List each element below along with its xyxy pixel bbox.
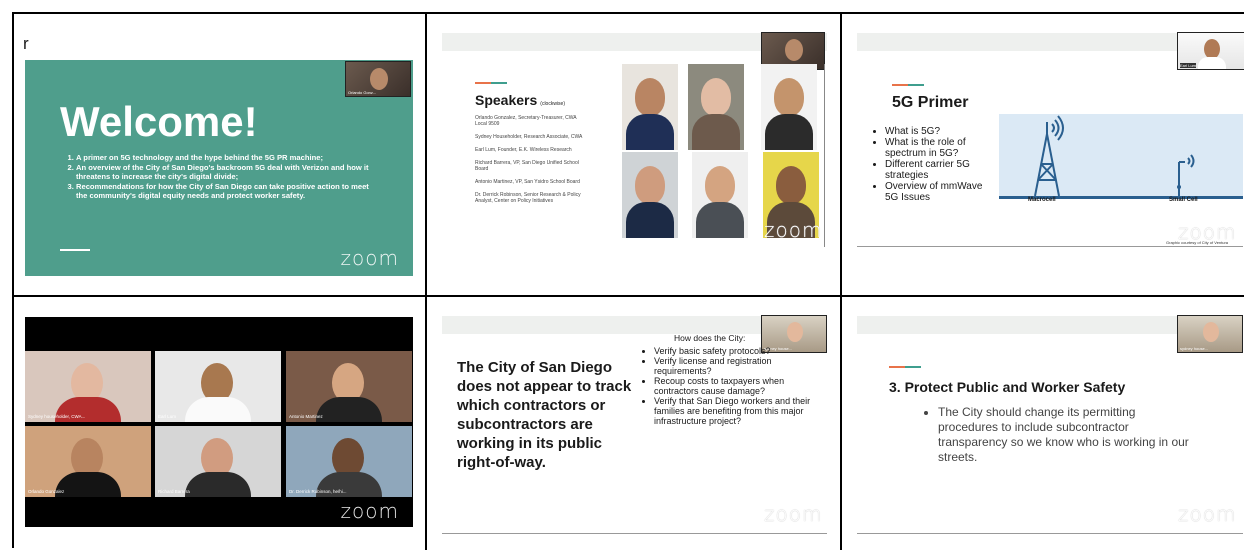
thumbnail-name: Earl Lum [1180,63,1197,68]
speaker-photo [692,152,748,238]
participant-name: Sydney householder, CWA... [28,414,86,419]
macrocell-label: Macrocell [1028,197,1056,203]
safety-item: The City should change its permitting pr… [938,405,1194,465]
cell-worker-safety: sydney house... 3. Protect Public and Wo… [842,297,1244,550]
speaker-entry: Antonio Martinez, VP, San Ysidro School … [475,179,580,185]
graphic-credit: Graphic courtesy of City of Ventura [1166,240,1229,245]
topic-item: Different carrier 5G strategies [885,159,995,181]
verification-questions: Verify basic safety protocols? Verify li… [643,346,811,426]
thumbnail-name: Orlando Gonz... [348,90,377,95]
accent-line [892,84,924,86]
cell-contractor-tracking: sydney house... How does the City: The C… [427,297,842,550]
primer-topics: What is 5G? What is the role of spectrum… [875,126,995,203]
speaker-entry: Earl Lum, Founder, E.K. Wireless Researc… [475,147,572,153]
zoom-watermark: zoom [1178,502,1237,526]
cell-5g-primer: Earl Lum 5G Primer What is 5G? What is t… [842,14,1244,297]
speaker-entry: Sydney Householder, Research Associate, … [475,134,583,140]
participant-tile[interactable]: Orlando Gonzalez [25,426,151,497]
participant-name: Dr. Derrick Robinson, he/hi... [289,489,347,494]
cell-welcome: r Orlando Gonz... Welcome! A primer on 5… [14,14,427,297]
tracking-statement: The City of San Diego does not appear to… [457,359,632,471]
zoom-watermark: zoom [340,499,399,523]
gallery-view: Sydney householder, CWA... Earl Lum Anto… [25,317,413,527]
question-item: Verify license and registration requirem… [654,356,811,376]
speaker-photo [622,152,678,238]
thumbnail-name: sydney house... [1180,346,1209,351]
cell-speakers: Orlando Gonz... Speakers(clockwise) Orla… [427,14,842,297]
screenshot-grid: r Orlando Gonz... Welcome! A primer on 5… [12,12,1244,550]
topic-item: What is the role of spectrum in 5G? [885,137,995,159]
welcome-slide: Orlando Gonz... Welcome! A primer on 5G … [25,60,413,276]
speaker-entry: Dr. Derrick Robinson, Senior Research & … [475,192,581,204]
question-item: Verify that San Diego workers and their … [654,396,811,426]
topic-item: Overview of mmWave 5G Issues [885,181,995,203]
agenda-list: A primer on 5G technology and the hype b… [62,153,377,201]
participant-tile[interactable]: Dr. Derrick Robinson, he/hi... [286,426,412,497]
agenda-item: A primer on 5G technology and the hype b… [76,153,377,162]
participant-tile[interactable]: Earl Lum [155,351,281,422]
zoom-watermark: zoom [764,218,823,242]
primer-title: 5G Primer [892,94,969,111]
how-title: How does the City: [674,333,746,343]
zoom-watermark: zoom [340,246,399,270]
speaker-entry: Richard Barrera, VP, San Diego Unified S… [475,160,579,172]
participant-tile[interactable]: Antonio Martinez [286,351,412,422]
tower-illustration [999,114,1243,199]
accent-line [889,366,921,368]
stray-character: r [23,34,29,53]
speakers-subtitle: (clockwise) [540,101,566,107]
video-thumbnail[interactable]: Earl Lum [1177,32,1244,70]
accent-line [475,82,507,84]
speakers-title: Speakers (clockwise) [475,92,565,108]
slide-bottom-edge [442,533,827,534]
slide-edge [824,64,825,247]
agenda-item: An overview of the City of San Diego's b… [76,163,377,181]
speaker-entry: Orlando Gonzalez, Secretary-Treasurer, C… [475,115,577,127]
question-item: Recoup costs to taxpayers when contracto… [654,376,811,396]
topic-item: What is 5G? [885,126,995,137]
speaker-photo [688,64,744,150]
video-thumbnail[interactable]: sydney house... [1177,315,1243,353]
accent-line [60,249,90,251]
video-thumbnail[interactable]: Orlando Gonz... [345,61,411,97]
participant-name: Richard Barrera [158,489,190,494]
safety-title: 3. Protect Public and Worker Safety [889,379,1126,395]
participant-name: Antonio Martinez [289,414,323,419]
participant-tile[interactable]: Sydney householder, CWA... [25,351,151,422]
question-item: Verify basic safety protocols? [654,346,811,356]
zoom-watermark: zoom [764,502,823,526]
safety-points: The City should change its permitting pr… [924,405,1194,465]
speaker-photo [622,64,678,150]
small-cell-label: Small Cell [1169,197,1198,203]
participant-name: Orlando Gonzalez [28,489,65,494]
agenda-item: Recommendations for how the City of San … [76,182,377,200]
participant-tile[interactable]: Richard Barrera [155,426,281,497]
slide-bottom-edge [857,533,1243,534]
slide-bottom-edge [857,246,1243,247]
speaker-list: Orlando Gonzalez, Secretary-Treasurer, C… [475,115,583,211]
participant-name: Earl Lum [158,414,177,419]
cell-gallery-view: Sydney householder, CWA... Earl Lum Anto… [14,297,427,550]
welcome-title: Welcome! [60,98,258,145]
speaker-photo [761,64,817,150]
speakers-heading: Speakers [475,92,538,108]
